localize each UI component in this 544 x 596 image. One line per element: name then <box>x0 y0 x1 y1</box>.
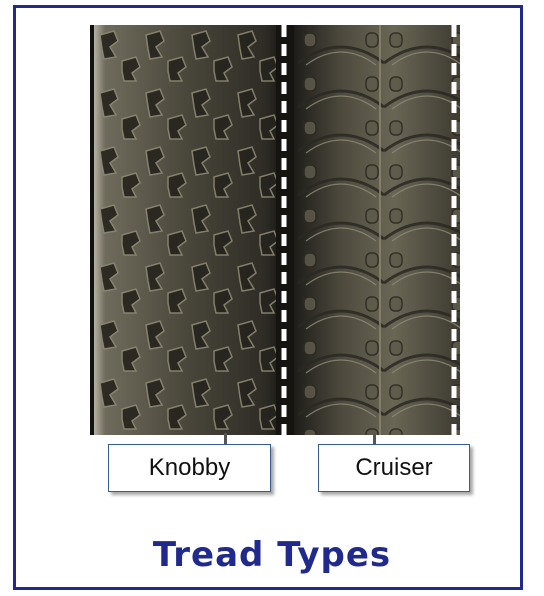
tire-tread-photo <box>90 25 460 435</box>
slide-title: Tread Types <box>152 535 392 575</box>
cruiser-label-box: Cruiser <box>318 444 470 492</box>
knobby-label-box: Knobby <box>108 444 271 492</box>
knobby-label: Knobby <box>148 454 231 481</box>
cruiser-label: Cruiser <box>355 454 433 481</box>
